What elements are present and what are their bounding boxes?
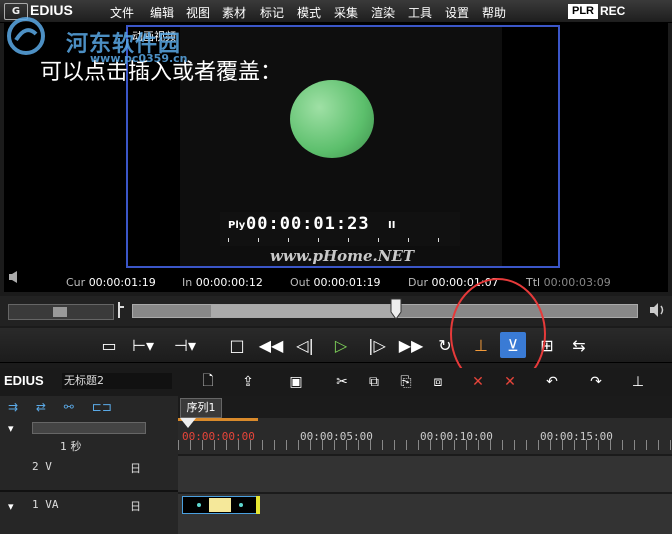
rec-button[interactable]: REC	[600, 4, 625, 18]
clip-thumbnail	[209, 498, 231, 512]
ripple-delete-icon[interactable]: ✕	[498, 372, 522, 392]
jog-knob[interactable]	[53, 307, 67, 317]
open-icon[interactable]: ⇪	[236, 372, 260, 392]
cur-timecode: Cur 00:00:01:19	[66, 276, 156, 289]
site-watermark: www.pHome.NET	[270, 247, 415, 265]
menu-render[interactable]: 渲染	[371, 4, 395, 21]
track-2v-lane[interactable]	[178, 456, 672, 492]
add-track-icon[interactable]: ⇉	[8, 400, 18, 414]
ruler-label: 00:00:15:00	[540, 430, 613, 443]
group-icon[interactable]: ⊏⊐	[92, 400, 112, 414]
site-url-watermark: www.pc0359.cn	[90, 52, 188, 65]
in-timecode: In 00:00:00:12	[182, 276, 263, 289]
menu-mode[interactable]: 模式	[297, 4, 321, 21]
playhead-icon[interactable]	[180, 418, 196, 428]
timeline-ruler[interactable]: 00:00:00:00 00:00:05:00 00:00:10:00 00:0…	[178, 418, 672, 454]
monitor-toggle-icon[interactable]: ▭	[96, 332, 122, 358]
menu-capture[interactable]: 采集	[334, 4, 358, 21]
track-lock-icon[interactable]: ▾	[8, 500, 14, 513]
clip-marker-dot	[197, 503, 201, 507]
redo-icon[interactable]: ↷	[584, 372, 608, 392]
paste-icon[interactable]: ⎘	[394, 372, 418, 392]
ruler-label: 00:00:10:00	[420, 430, 493, 443]
new-icon[interactable]: 🗋	[196, 372, 220, 392]
track-control-panel: ⇉ ⇄ ⚯ ⊏⊐ ▾ 1 秒 2 V 日 1 VA 日 ▾	[0, 396, 178, 534]
plr-button[interactable]: PLR	[568, 4, 598, 19]
site-logo-icon	[7, 17, 45, 55]
rewind-icon[interactable]: ◀◀	[258, 332, 284, 358]
stop-icon[interactable]: □	[224, 332, 250, 358]
tab-sequence1[interactable]: 序列1	[180, 398, 222, 418]
menu-settings[interactable]: 设置	[445, 4, 469, 21]
menu-tools[interactable]: 工具	[408, 4, 432, 21]
track-tools-row: ⇉ ⇄ ⚯ ⊏⊐	[8, 400, 158, 418]
track-name-2v: 2 V	[32, 460, 52, 473]
set-out-icon[interactable]: ⊣▾	[172, 332, 198, 358]
menu-help[interactable]: 帮助	[482, 4, 506, 21]
in-out-range	[211, 305, 397, 317]
ruler-label: 00:00:00:00	[182, 430, 255, 443]
site-logo-watermark: 河东软件园 www.pc0359.cn	[6, 12, 216, 65]
cut-icon[interactable]: ✂	[330, 372, 354, 392]
track-sync-icon[interactable]: ⇄	[36, 400, 46, 414]
timecode-status-row: Cur 00:00:01:19 In 00:00:00:12 Out 00:00…	[4, 274, 668, 290]
speaker-icon[interactable]	[648, 302, 668, 318]
ruler-label: 00:00:05:00	[300, 430, 373, 443]
scrub-row	[0, 296, 672, 326]
delete-icon[interactable]: ✕	[466, 372, 490, 392]
pause-indicator: II	[388, 220, 396, 231]
zoom-level[interactable]: 1 秒	[60, 438, 150, 454]
clip-marker-dot	[239, 503, 243, 507]
track-divider	[0, 490, 178, 492]
menu-clip[interactable]: 素材	[222, 4, 246, 21]
track-mark-1va[interactable]: 日	[130, 498, 141, 514]
fast-forward-icon[interactable]: ▶▶	[398, 332, 424, 358]
expand-arrow-icon[interactable]: ▾	[8, 422, 28, 436]
timecode-overlay: Ply 00:00:01:23 II	[220, 212, 460, 246]
timeline-app-name: EDIUS	[4, 373, 44, 388]
split-icon[interactable]: ⊥	[626, 372, 650, 392]
scrub-start-marker-icon	[118, 302, 124, 318]
menu-marker[interactable]: 标记	[260, 4, 284, 21]
project-name: 无标题2	[62, 373, 172, 389]
transport-bar: ▭ ⊢▾ ⊣▾ □ ◀◀ ◁| ▷ |▷ ▶▶ ↻ ⊥ ⊻ ⊞ ⇆	[0, 328, 672, 363]
link-icon[interactable]: ⚯	[64, 400, 74, 414]
play-mode-label: Ply	[228, 220, 246, 231]
timecode-value: 00:00:01:23	[246, 214, 370, 234]
clip-end-marker	[256, 496, 260, 514]
match-frame-icon[interactable]: ⇆	[566, 332, 592, 358]
timeline-clip[interactable]	[182, 496, 258, 514]
replace-icon[interactable]: ⧈	[426, 372, 450, 392]
play-icon[interactable]: ▷	[328, 332, 354, 358]
scrub-head-icon[interactable]	[390, 298, 402, 320]
jog-slider[interactable]	[8, 304, 114, 320]
track-mark-2v[interactable]: 日	[130, 460, 141, 476]
step-back-icon[interactable]: ◁|	[292, 332, 318, 358]
copy-icon[interactable]: ⧉	[362, 372, 386, 392]
timeline-header: EDIUS 无标题2 🗋 ⇪ ▣ ✂ ⧉ ⎘ ⧈ ✕ ✕ ↶ ↷ ⊥	[0, 368, 672, 396]
set-in-icon[interactable]: ⊢▾	[130, 332, 156, 358]
timecode-ticks	[228, 238, 448, 242]
zoom-slider[interactable]	[32, 422, 146, 434]
undo-icon[interactable]: ↶	[540, 372, 564, 392]
track-name-1va: 1 VA	[32, 498, 59, 511]
save-icon[interactable]: ▣	[284, 372, 308, 392]
step-forward-icon[interactable]: |▷	[364, 332, 390, 358]
position-bar[interactable]	[132, 304, 638, 318]
ttl-timecode: Ttl 00:00:03:09	[526, 276, 611, 289]
out-timecode: Out 00:00:01:19	[290, 276, 381, 289]
